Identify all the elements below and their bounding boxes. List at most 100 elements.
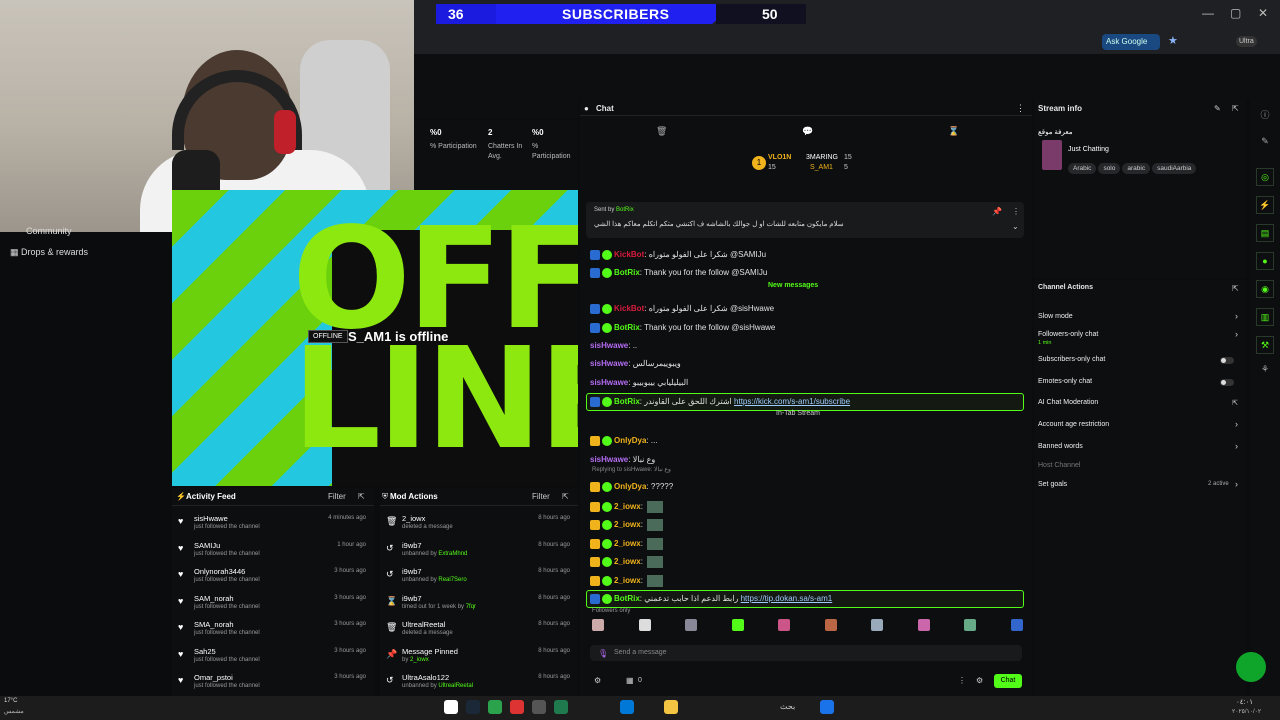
group-icon[interactable]: ⚘ <box>1259 364 1271 376</box>
mod-target[interactable]: 2_iowx <box>402 514 425 523</box>
support-chat-button[interactable] <box>1236 652 1266 682</box>
app-icon[interactable] <box>488 700 502 714</box>
tag[interactable]: saudiAarbia <box>1152 163 1197 174</box>
activity-username[interactable]: SAM_norah <box>194 594 234 603</box>
popout-icon[interactable]: ⇱ <box>358 492 365 501</box>
nav-drops[interactable]: ▦ Drops & rewards <box>10 247 88 258</box>
channel-action-label[interactable]: Emotes-only chat <box>1038 378 1092 385</box>
mod-action-row[interactable]: ↺ i9wb7 unbanned by ExtraMhnd 8 hours ago <box>380 539 578 565</box>
tag[interactable]: arabic <box>1122 163 1151 174</box>
activity-username[interactable]: SMA_norah <box>194 620 234 629</box>
mic-icon[interactable]: 🎙 <box>598 649 608 658</box>
chevron-right-icon[interactable]: › <box>1235 479 1238 489</box>
chat-message[interactable]: sisHwawe: ويبوييمرسالس <box>590 359 681 368</box>
emote-shortcut[interactable] <box>592 619 604 631</box>
chat-message[interactable]: BotRix: اشترك اللحق على القاوندر https:/… <box>590 397 850 407</box>
more-icon[interactable]: ⋮ <box>1016 103 1025 114</box>
chevron-right-icon[interactable]: › <box>1235 441 1238 451</box>
activity-row[interactable]: ♥ SMA_norah just followed the channel 3 hou… <box>172 618 374 644</box>
emote-shortcut[interactable] <box>731 619 744 631</box>
chat-message[interactable]: 2_iowx: <box>590 501 664 513</box>
chat-message[interactable]: 2_iowx: <box>590 519 664 531</box>
chat-link[interactable]: https://kick.com/s-am1/subscribe <box>734 397 850 406</box>
popout-icon[interactable]: ⇱ <box>1232 104 1239 113</box>
app-icon[interactable] <box>510 700 524 714</box>
chat-message[interactable]: sisHwawe: وع نبالا <box>590 455 655 464</box>
activity-row[interactable]: ♥ Onlynorah3446 just followed the channel 3… <box>172 565 374 591</box>
chat-message[interactable]: sisHwawe: .. <box>590 341 637 350</box>
trash-icon[interactable]: 🗑 <box>656 126 667 137</box>
nav-community[interactable]: Community <box>26 226 72 236</box>
category-name[interactable]: Just Chatting <box>1068 146 1109 153</box>
chevron-down-icon[interactable]: ⌄ <box>1012 222 1019 231</box>
channel-action-label[interactable]: Account age restriction <box>1038 421 1109 428</box>
chevron-right-icon[interactable]: › <box>1235 311 1238 321</box>
bolt-icon[interactable]: ⚡ <box>1256 196 1274 214</box>
chat-message[interactable]: BotRix: Thank you for the follow @sisHwa… <box>590 323 775 333</box>
emote-shortcut[interactable] <box>685 619 697 631</box>
activity-row[interactable]: ♥ sisHwawe just followed the channel 4 minu… <box>172 512 374 538</box>
server-icon[interactable]: ▥ <box>1256 308 1274 326</box>
app-icon[interactable] <box>532 700 546 714</box>
mod-action-row[interactable]: ⌛ i9wb7 timed out for 1 week by 7fqr 8 hour… <box>380 592 578 618</box>
channel-action-label[interactable]: AI Chat Moderation <box>1038 399 1098 406</box>
chat-message[interactable]: OnlyDya: ... <box>590 436 658 446</box>
mod-action-row[interactable]: ↺ UltraAsalo122 unbanned by UltrealReetal 8… <box>380 671 578 697</box>
mod-target[interactable]: Message Pinned <box>402 647 458 656</box>
activity-username[interactable]: sisHwawe <box>194 514 228 523</box>
chat-input[interactable]: Send a message <box>590 645 1022 661</box>
pinned-message[interactable]: Sent by BotRix سلام مايكون متابعه للشات … <box>586 202 1024 238</box>
chat-message[interactable]: sisHwawe: البيليليابي بيبوبيبو <box>590 378 688 387</box>
video-player[interactable]: OFF-LINE OFFLINE S_AM1 is offline <box>172 190 578 486</box>
activity-row[interactable]: ♥ SAMIJu just followed the channel 1 hour a… <box>172 539 374 565</box>
more-icon[interactable]: ⋮ <box>958 676 966 685</box>
settings-icon[interactable]: ⚙ <box>594 676 601 685</box>
mod-action-row[interactable]: 🗑 UltrealReetal deleted a message 8 hours a… <box>380 618 578 644</box>
mod-filter-button[interactable]: Filter <box>532 492 550 501</box>
channel-action-label[interactable]: Host Channel <box>1038 462 1080 469</box>
steam-icon[interactable] <box>466 700 480 714</box>
mod-target[interactable]: UltraAsalo122 <box>402 673 449 682</box>
chat-message[interactable]: BotRix: رابط الدعم اذا حابب تدعمني https… <box>590 594 832 604</box>
explorer-icon[interactable] <box>664 700 678 714</box>
chat-message[interactable]: OnlyDya: ????? <box>590 482 673 492</box>
profile-avatar[interactable]: Ultra <box>1236 36 1257 47</box>
mod-action-row[interactable]: 🗑 2_iowx deleted a message 8 hours ago <box>380 512 578 538</box>
in-tab-stream[interactable]: In-Tab Stream <box>776 410 820 417</box>
activity-row[interactable]: ♥ Omar_pstoi just followed the channel 3 ho… <box>172 671 374 697</box>
maximize-icon[interactable]: ▢ <box>1230 6 1241 20</box>
emote-shortcut[interactable] <box>964 619 976 631</box>
activity-row[interactable]: ♥ Sah25 just followed the channel 3 hours a… <box>172 645 374 671</box>
mod-action-row[interactable]: 📌 Message Pinned by 2_iowx 8 hours ago <box>380 645 578 671</box>
minimize-icon[interactable]: — <box>1202 6 1214 20</box>
ask-google-button[interactable]: Ask Google <box>1102 34 1160 50</box>
tag[interactable]: Arabic <box>1068 163 1097 174</box>
emote-shortcut[interactable] <box>917 619 930 631</box>
doc-icon[interactable]: ▤ <box>1256 224 1274 242</box>
chat-message[interactable]: KickBot: شكرا على الفولو متوراه @SAMIJu <box>590 250 766 260</box>
toggle-switch[interactable] <box>1220 379 1234 386</box>
gift-icon[interactable]: ▦ <box>626 676 634 685</box>
emote-shortcut[interactable] <box>778 619 790 631</box>
chat-icon[interactable]: ● <box>1256 252 1274 270</box>
activity-filter-button[interactable]: Filter <box>328 492 346 501</box>
channel-action-label[interactable]: Set goals <box>1038 481 1067 488</box>
toggle-switch[interactable] <box>1220 357 1234 364</box>
popout-icon[interactable]: ⇱ <box>1232 284 1239 293</box>
chat-message[interactable]: 2_iowx: <box>590 538 664 550</box>
edge-icon[interactable] <box>620 700 634 714</box>
mod-target[interactable]: i9wb7 <box>402 541 422 550</box>
pin-icon[interactable]: 📌 <box>992 207 1002 216</box>
activity-username[interactable]: SAMIJu <box>194 541 220 550</box>
activity-username[interactable]: Sah25 <box>194 647 216 656</box>
gear-icon[interactable]: ⚙ <box>976 676 983 685</box>
emote-shortcut[interactable] <box>871 619 883 631</box>
windows-start-icon[interactable] <box>820 700 834 714</box>
emote-shortcut[interactable] <box>1010 619 1023 631</box>
mod-target[interactable]: i9wb7 <box>402 594 422 603</box>
channel-action-label[interactable]: Banned words <box>1038 443 1083 450</box>
channel-action-label[interactable]: Subscribers-only chat <box>1038 356 1105 363</box>
app-icon[interactable] <box>554 700 568 714</box>
hourglass-icon[interactable]: ⌛ <box>948 126 959 137</box>
chevron-right-icon[interactable]: › <box>1235 419 1238 429</box>
